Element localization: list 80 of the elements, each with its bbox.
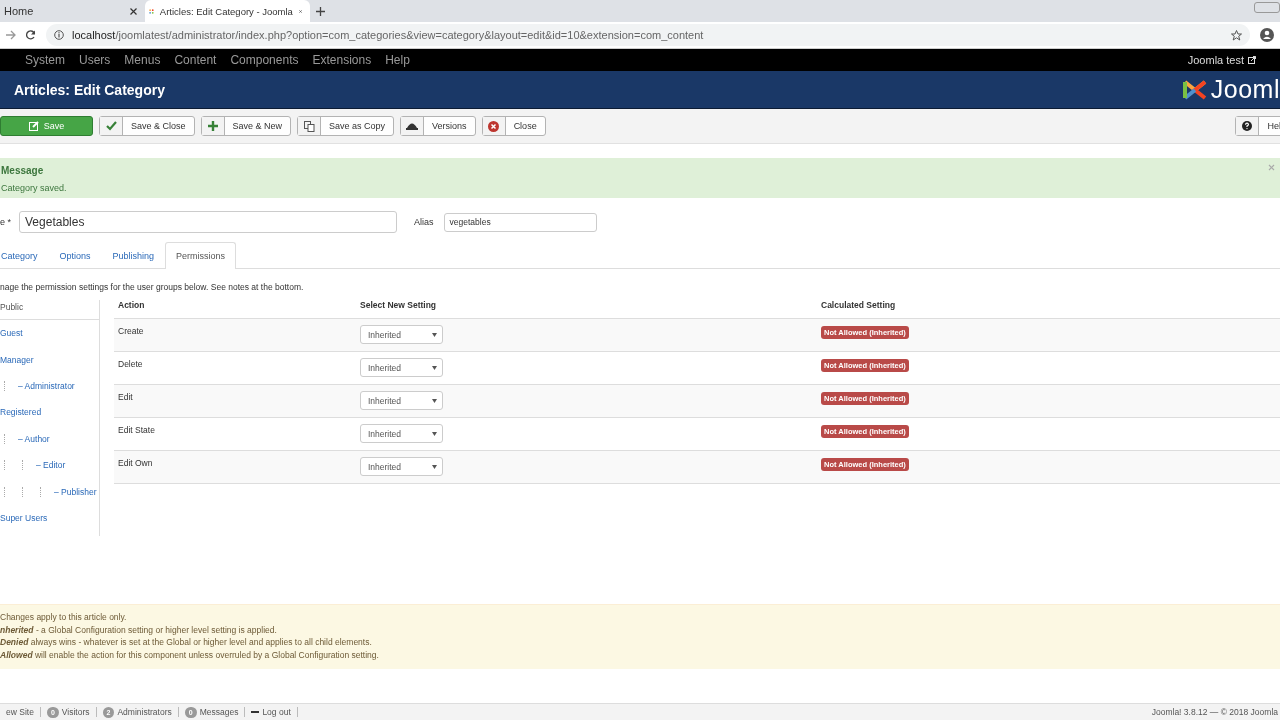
- setting-select[interactable]: Inherited: [360, 424, 443, 443]
- column-header: Select New Setting: [360, 300, 438, 310]
- caret-icon: [432, 365, 437, 370]
- message-heading: Message: [1, 165, 44, 176]
- copy-icon: [303, 120, 315, 132]
- action-label: Delete: [118, 359, 143, 369]
- title-field[interactable]: Vegetables: [19, 211, 397, 233]
- alias-field[interactable]: vegetables: [443, 212, 597, 232]
- status-link[interactable]: Messages: [199, 707, 239, 717]
- menu-item[interactable]: Content: [167, 53, 224, 67]
- browser-tab[interactable]: Home: [0, 0, 145, 22]
- page-title: Articles: Edit Category: [14, 81, 165, 98]
- address-bar[interactable]: localhost/joomlatest/administrator/index.php?option=com_categories&view=category&layout=edit&id=10&extension=com_content: [46, 24, 1250, 46]
- note-text: nherited - a Global Configuration setting or higher level setting is applied.: [0, 623, 278, 636]
- version-text: Joomla! 3.8.12 — © 2018 Joomla: [1151, 707, 1279, 717]
- note-text: Allowed will enable the action for this component unless overruled by a Global Configuration setting.: [0, 648, 380, 661]
- note-text: Changes apply to this article only.: [0, 611, 128, 624]
- close-icon: [488, 120, 500, 132]
- caret-icon: [432, 332, 437, 337]
- status-link[interactable]: Log out: [262, 707, 291, 717]
- action-label: Edit Own: [118, 458, 153, 468]
- status-link[interactable]: Visitors: [61, 707, 90, 717]
- toolbar-button[interactable]: Close: [481, 116, 546, 136]
- account-icon[interactable]: [1260, 28, 1274, 42]
- caret-icon: [432, 398, 437, 403]
- tab[interactable]: Options: [48, 242, 102, 268]
- group-item[interactable]: – Publisher: [0, 478, 99, 505]
- status-link[interactable]: ew Site: [6, 707, 34, 717]
- action-label: Create: [118, 326, 144, 336]
- toolbar-button[interactable]: Save & New: [200, 116, 292, 136]
- group-item[interactable]: – Author: [0, 425, 99, 452]
- setting-select[interactable]: Inherited: [360, 457, 443, 476]
- setting-select[interactable]: Inherited: [360, 391, 443, 410]
- joomla-logo: Jooml: [1181, 75, 1280, 104]
- menu-item[interactable]: Users: [72, 53, 118, 67]
- field-label: e *: [0, 217, 11, 227]
- forward-icon[interactable]: [6, 30, 16, 40]
- close-icon[interactable]: [130, 7, 137, 15]
- site-link[interactable]: Joomla test: [1187, 54, 1280, 66]
- caret-icon: [432, 464, 437, 469]
- menu-item[interactable]: Components: [223, 53, 306, 67]
- group-item[interactable]: Guest: [0, 320, 99, 347]
- new-tab-icon[interactable]: [316, 6, 325, 16]
- tab[interactable]: Category: [0, 242, 49, 268]
- setting-select[interactable]: Inherited: [360, 325, 443, 344]
- group-item[interactable]: Super Users: [0, 504, 99, 532]
- help-icon: [1242, 121, 1253, 131]
- action-label: Edit: [118, 392, 133, 402]
- toolbar-button[interactable]: Versions: [400, 116, 476, 136]
- menu-item[interactable]: System: [18, 53, 72, 67]
- description-text: nage the permission settings for the user groups below. See notes at the bottom.: [0, 282, 305, 292]
- group-item[interactable]: – Administrator: [0, 372, 99, 400]
- column-header: Calculated Setting: [821, 300, 896, 310]
- column-header: Action: [117, 300, 146, 310]
- group-item[interactable]: – Editor: [0, 451, 99, 479]
- status-link[interactable]: Administrators: [117, 707, 172, 717]
- message-text: Category saved.: [1, 183, 68, 193]
- reload-icon[interactable]: [26, 30, 36, 40]
- action-label: Edit State: [118, 425, 155, 435]
- field-label: Alias: [414, 217, 434, 227]
- check-icon: [105, 121, 117, 131]
- menu-item[interactable]: Help: [378, 53, 417, 67]
- toolbar-button[interactable]: Save as Copy: [297, 116, 395, 136]
- menu-item[interactable]: Extensions: [305, 53, 379, 67]
- tab[interactable]: Permissions: [165, 242, 237, 269]
- setting-select[interactable]: Inherited: [360, 358, 443, 377]
- tab[interactable]: Publishing: [101, 242, 166, 268]
- menu-item[interactable]: Menus: [117, 53, 168, 67]
- group-item[interactable]: Public: [0, 294, 99, 320]
- browser-tab[interactable]: Articles: Edit Category - Joomla: [145, 0, 310, 22]
- caret-icon: [432, 431, 437, 436]
- edit-icon: [28, 121, 39, 131]
- toolbar-button[interactable]: Save & Close: [99, 116, 195, 136]
- note-text: Denied always wins - whatever is set at the Global or higher level and applies to all child elements.: [0, 636, 373, 649]
- external-link-icon: [1248, 56, 1256, 64]
- group-item[interactable]: Manager: [0, 346, 99, 373]
- help-button[interactable]: Hel: [1235, 116, 1280, 136]
- plus-icon: [207, 121, 218, 131]
- minus-icon: [251, 711, 260, 713]
- group-item[interactable]: Registered: [0, 399, 99, 426]
